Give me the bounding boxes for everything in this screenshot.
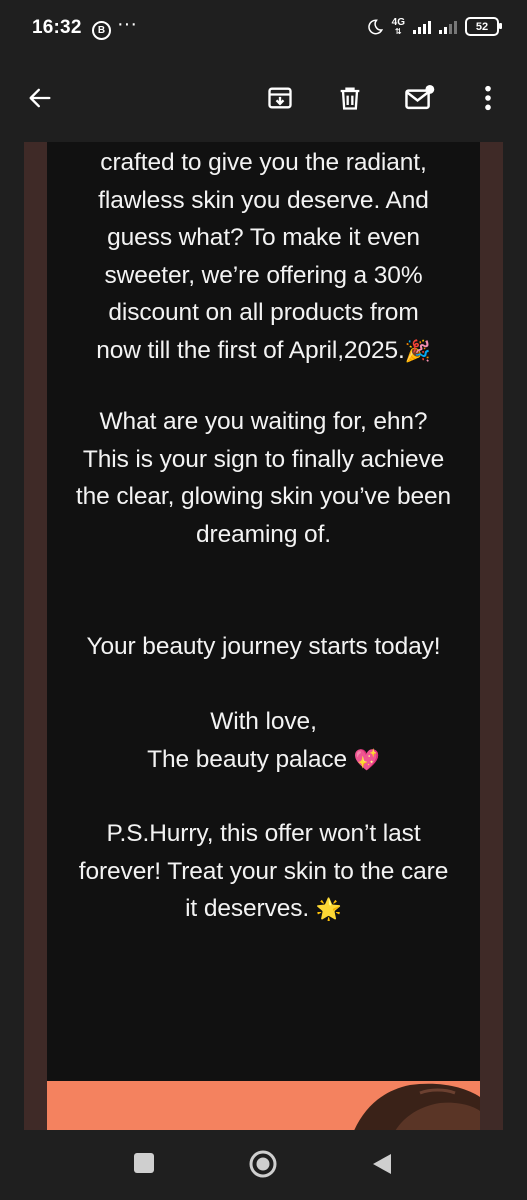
- email-body-frame: crafted to give you the radiant, flawles…: [24, 142, 503, 1130]
- signal-strength-2-icon: [439, 20, 457, 34]
- back-arrow-icon[interactable]: [22, 80, 58, 116]
- more-notifications-icon: ···: [117, 13, 137, 35]
- notification-b-icon: B: [92, 21, 111, 40]
- promo-image[interactable]: [47, 1081, 480, 1130]
- glowing-star-icon: 🌟: [315, 897, 342, 921]
- cta-line: the clear, glowing skin you’ve been: [75, 483, 452, 510]
- email-card: crafted to give you the radiant, flawles…: [47, 142, 480, 1130]
- nav-back-icon[interactable]: [371, 1152, 393, 1176]
- dnd-moon-icon: [367, 18, 383, 34]
- status-bar: 16:32 B ··· 4G ⇅ 52: [0, 0, 527, 58]
- offer-line: now till the first of April,2025.🎉: [96, 336, 431, 364]
- offer-line: discount on all products from: [108, 299, 419, 326]
- call-to-action-paragraph: What are you waiting for, ehn? This is y…: [47, 403, 480, 553]
- mark-unread-icon[interactable]: [402, 80, 438, 116]
- email-toolbar: [0, 58, 527, 142]
- trash-icon[interactable]: [332, 80, 368, 116]
- signature-line: The beauty palace 💖: [47, 741, 480, 780]
- more-vert-icon[interactable]: [470, 80, 506, 116]
- ps-line: forever! Treat your skin to the care: [78, 857, 449, 885]
- signal-strength-icon: [413, 20, 431, 34]
- network-type: 4G ⇅: [391, 16, 405, 36]
- offer-paragraph: crafted to give you the radiant, flawles…: [47, 144, 480, 370]
- offer-line: flawless skin you deserve. And: [98, 186, 429, 214]
- battery-icon: 52: [465, 17, 502, 36]
- ps-line: it deserves. 🌟: [185, 895, 342, 922]
- signoff: With love, The beauty palace 💖: [47, 703, 480, 779]
- signature-text: The beauty palace: [147, 745, 348, 773]
- cta-line: dreaming of.: [196, 520, 331, 548]
- sparkling-heart-icon: 💖: [353, 747, 380, 772]
- offer-line: crafted to give you the radiant,: [100, 149, 427, 176]
- archive-icon[interactable]: [262, 80, 298, 116]
- status-time: 16:32: [32, 17, 82, 38]
- system-nav-bar: [0, 1130, 527, 1200]
- recent-apps-icon[interactable]: [133, 1152, 155, 1174]
- closing-text: With love,: [210, 708, 317, 735]
- home-icon[interactable]: [248, 1149, 278, 1179]
- cta-line: What are you waiting for, ehn?: [99, 408, 428, 435]
- hand-image-icon: [354, 1083, 480, 1130]
- cta-line: This is your sign to finally achieve: [82, 445, 445, 473]
- ps-paragraph: P.S.Hurry, this offer won’t last forever…: [47, 815, 480, 929]
- offer-line: guess what? To make it even: [107, 224, 420, 251]
- party-popper-icon: 🎉: [404, 338, 431, 363]
- offer-line: sweeter, we’re offering a 30%: [104, 261, 423, 289]
- ps-line: P.S.Hurry, this offer won’t last: [106, 820, 421, 847]
- tagline-text: Your beauty journey starts today!: [86, 633, 441, 660]
- tagline: Your beauty journey starts today!: [47, 628, 480, 666]
